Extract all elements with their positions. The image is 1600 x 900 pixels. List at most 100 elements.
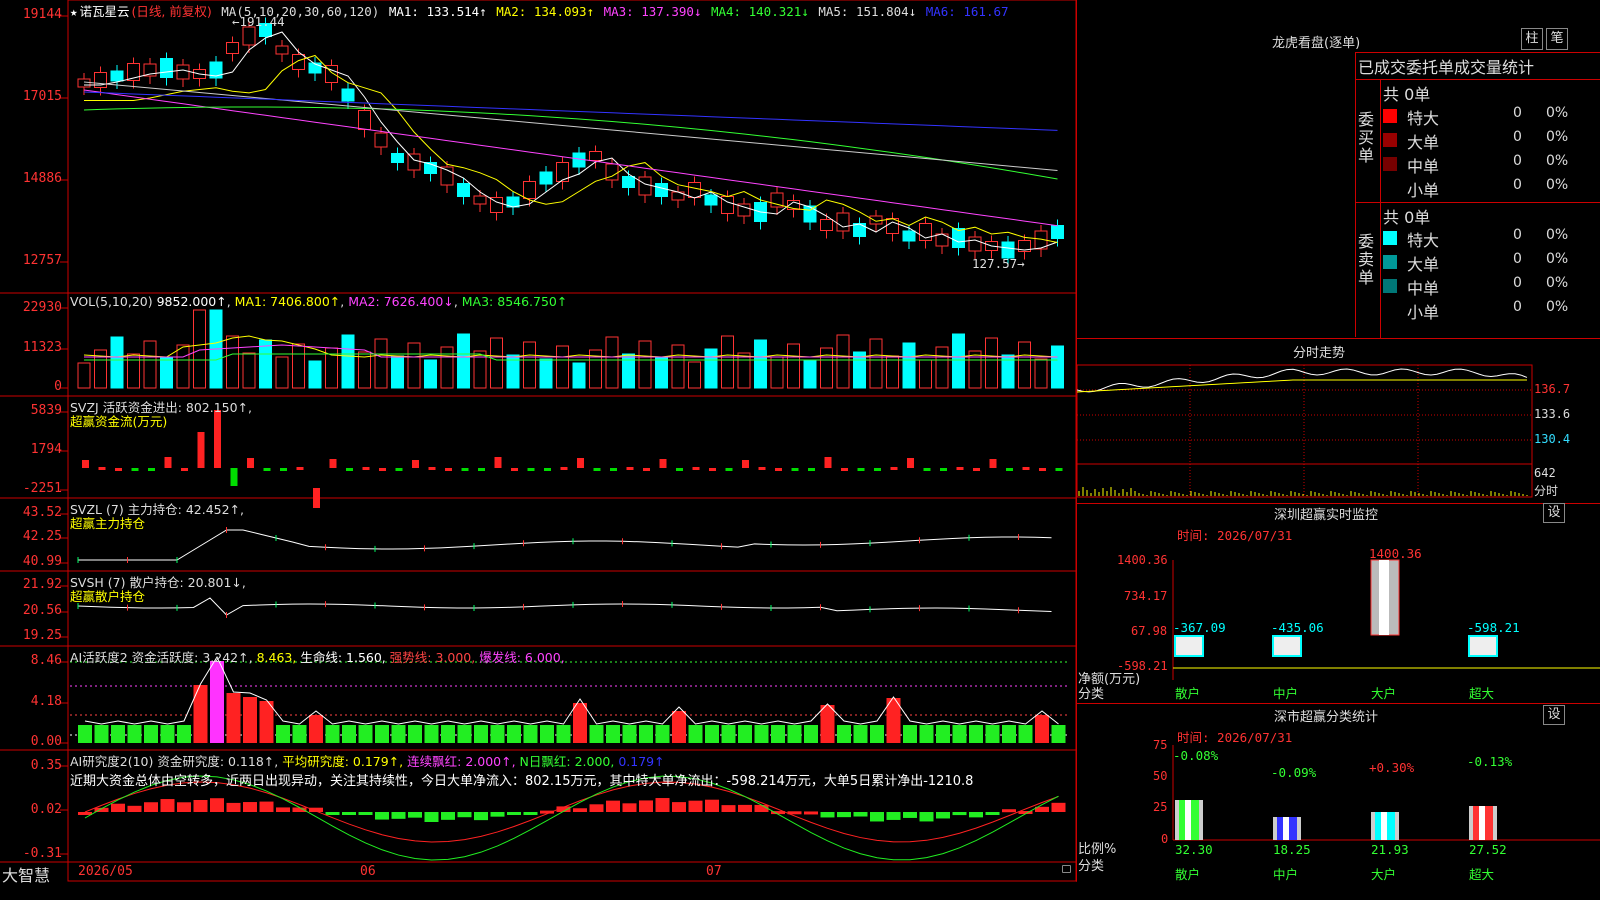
candle xyxy=(275,45,289,55)
stat-bar-highlight xyxy=(1185,800,1191,840)
activity-bar xyxy=(540,725,554,743)
stat-top-label: -0.09% xyxy=(1271,765,1317,780)
vol-value: 9852.000↑ xyxy=(156,294,227,309)
candle xyxy=(226,42,239,54)
lock-icon[interactable] xyxy=(1062,865,1071,873)
flow-bar xyxy=(857,468,865,471)
candle xyxy=(160,58,173,78)
date-label-jul: 07 xyxy=(706,864,722,879)
svsh-tick: 20.56 xyxy=(22,603,62,618)
research-bar xyxy=(276,807,290,812)
activity-bar xyxy=(952,725,967,743)
activity-bar xyxy=(523,725,538,743)
sell-count: 0 xyxy=(1513,251,1522,267)
sz-category-label: 中户 xyxy=(1273,686,1299,701)
research-bar xyxy=(622,803,637,812)
activity-bar xyxy=(226,693,241,743)
candle xyxy=(622,176,635,188)
activity-bar xyxy=(787,725,802,743)
volume-bar xyxy=(539,358,553,389)
research-bar xyxy=(474,812,488,821)
pen-button[interactable]: 笔 xyxy=(1546,28,1568,50)
sell-row: 特大 0 0% xyxy=(1383,227,1600,250)
research-bar xyxy=(705,799,719,812)
sz-value-label: -598.21 xyxy=(1467,620,1520,635)
ma-line xyxy=(83,89,1058,227)
activity-bar xyxy=(243,697,257,743)
activity-bar xyxy=(721,725,736,743)
activity-bar xyxy=(639,725,653,743)
activity-bar xyxy=(589,725,604,743)
volume-bar xyxy=(143,340,157,389)
sz-bar xyxy=(1468,635,1498,657)
research-bar xyxy=(969,812,983,818)
sell-name: 中单 xyxy=(1407,279,1440,298)
sz-bar xyxy=(1272,635,1302,657)
flow-bar xyxy=(676,468,683,471)
volume-bar xyxy=(127,353,140,389)
volume-bar xyxy=(572,362,586,389)
candle xyxy=(820,219,833,231)
sell-pct: 0% xyxy=(1546,227,1569,243)
research-bar xyxy=(853,812,868,817)
research-bar xyxy=(193,800,208,812)
volume-bar xyxy=(605,336,619,389)
buy-name: 小单 xyxy=(1407,181,1440,200)
order-stat-tabs[interactable]: 已成交委托单成交量统计 xyxy=(1358,54,1534,78)
sell-row: 中单 0 0% xyxy=(1383,275,1600,298)
svsh-sub: 超赢散户持仓 xyxy=(70,589,146,604)
volume-bar xyxy=(259,339,272,389)
sz-tick: 1400.36 xyxy=(1117,553,1168,567)
intraday-tick: 130.4 xyxy=(1534,432,1571,446)
stat-bar-highlight xyxy=(1381,812,1387,840)
bar-button[interactable]: 柱 xyxy=(1521,28,1543,50)
flow-bar xyxy=(890,467,898,470)
flow-bar xyxy=(164,457,172,468)
vol-ma1: MA1: 7406.800↑ xyxy=(234,294,341,309)
volume-bar xyxy=(754,339,767,389)
activity-bar xyxy=(1018,725,1033,743)
activity-bar xyxy=(738,725,752,743)
volume-bar xyxy=(391,355,404,389)
activity-bar xyxy=(1051,725,1066,743)
price-tick: 17015 xyxy=(22,89,62,104)
volume-bar xyxy=(424,359,437,389)
volume-bar xyxy=(721,335,734,389)
flow-bar xyxy=(1055,468,1063,471)
candle xyxy=(242,26,256,46)
stat-title: 深市超赢分类统计 xyxy=(1274,710,1379,725)
vol-header: VOL(5,10,20) 9852.000↑, MA1: 7406.800↑, … xyxy=(70,294,568,309)
research-bar xyxy=(820,812,835,818)
research-bar xyxy=(160,799,175,812)
stat-settings-button[interactable]: 设 xyxy=(1543,705,1565,725)
intraday-title: 分时走势 xyxy=(1293,346,1346,361)
activity-bar xyxy=(870,725,884,743)
volume-bar xyxy=(869,338,883,389)
sz-value-label: -367.09 xyxy=(1173,620,1226,635)
volume-bar xyxy=(193,309,206,389)
sz-settings-button[interactable]: 设 xyxy=(1543,503,1565,523)
flow-bar xyxy=(544,468,551,471)
candle xyxy=(77,78,91,88)
research-bar xyxy=(655,798,670,812)
right-panel: 龙虎看盘(逐单) 柱 笔 已成交委托单成交量统计 委买单 委卖单 共 0单 共 … xyxy=(1077,0,1600,882)
volume-bar xyxy=(242,352,256,389)
research-bar xyxy=(111,803,125,812)
volume-bar xyxy=(985,337,998,389)
dragon-title: 龙虎看盘(逐单) xyxy=(1272,36,1361,51)
main-chart-svg[interactable] xyxy=(0,0,1077,882)
activity-bar xyxy=(490,725,505,743)
sell-count: 0 xyxy=(1513,227,1522,243)
ma-line xyxy=(84,31,1058,251)
research-bar xyxy=(441,812,455,820)
candle xyxy=(952,228,965,248)
candle xyxy=(836,212,850,232)
vol-tick: 11323 xyxy=(22,340,62,355)
intraday-chart[interactable] xyxy=(1077,360,1600,500)
activity-bar xyxy=(177,725,191,743)
candle xyxy=(358,110,371,130)
activity-bar xyxy=(820,705,835,743)
flow-bar xyxy=(131,468,139,471)
kline-area[interactable]: ★ 诺瓦星云 (日线, 前复权) MA(5,10,20,30,60,120) MA1… xyxy=(0,0,1077,885)
flow-bar xyxy=(940,468,947,471)
